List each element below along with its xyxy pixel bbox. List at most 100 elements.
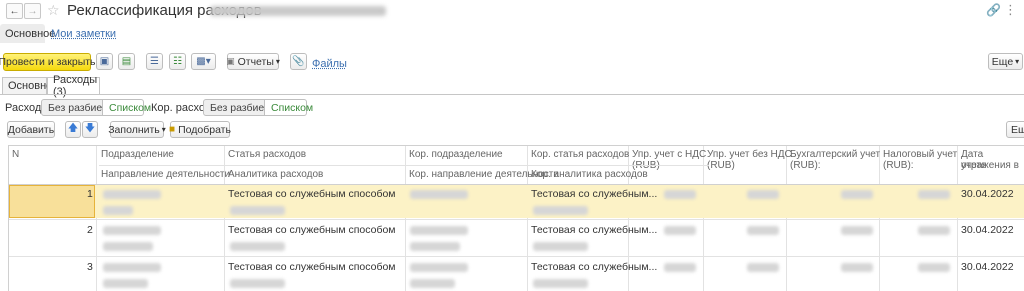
header-accounting[interactable]: Бухгалтерский учет: [790, 149, 880, 160]
dt-kt-button[interactable]: ☷: [169, 53, 186, 70]
create-based-icon: ▩▾: [196, 56, 211, 67]
link-icon[interactable]: 🔗: [986, 3, 1001, 17]
chevron-down-icon: ▾: [1015, 57, 1020, 66]
save-icon: ▣: [99, 56, 110, 67]
date-cell[interactable]: 30.04.2022: [961, 224, 1014, 236]
redacted-dept: [103, 190, 161, 199]
fill-button[interactable]: Заполнить ▾: [108, 121, 166, 138]
header-dept[interactable]: Подразделение: [101, 149, 174, 160]
redacted-analytics: [230, 242, 285, 251]
files-link[interactable]: Файлы: [312, 58, 347, 70]
header-mgmt-novat-currency: (RUB): [707, 160, 735, 171]
arrow-left-icon: ←: [9, 5, 20, 17]
tab-basic[interactable]: Основное: [2, 77, 58, 95]
redacted-amount: [664, 190, 696, 199]
redacted-analytics: [230, 279, 285, 288]
redacted-amount: [747, 263, 779, 272]
row-number: 2: [87, 224, 93, 236]
tab-main[interactable]: Основное: [0, 24, 55, 43]
header-mgmt-vat[interactable]: Упр. учет с НДС: [632, 149, 706, 160]
tab-my-notes[interactable]: Мои заметки: [51, 28, 116, 40]
chevron-down-icon: ▾: [275, 57, 280, 66]
header-tax[interactable]: Налоговый учет: [883, 149, 957, 160]
chevron-down-icon: ▾: [161, 125, 166, 134]
kor-expense-item-cell[interactable]: Тестовая со служебным...: [531, 261, 657, 273]
reports-label: Отчеты: [237, 55, 274, 68]
arrow-down-icon: 🡇: [84, 123, 96, 134]
kor-no-split-toggle[interactable]: Без разбиения: [203, 99, 282, 116]
header-kor-expense-item[interactable]: Кор. статья расходов: [531, 149, 629, 160]
add-row-button[interactable]: Добавить: [7, 121, 55, 138]
kor-expense-item-cell[interactable]: Тестовая со служебным...: [531, 224, 657, 236]
expenses-no-split-toggle[interactable]: Без разбиения: [41, 99, 120, 116]
header-date-2: учете: [961, 160, 987, 171]
redacted-direction: [103, 279, 148, 288]
attach-button[interactable]: 📎: [290, 53, 307, 70]
post-and-close-button[interactable]: Провести и закрыть: [0, 53, 96, 71]
redacted-kor-dept: [410, 190, 468, 199]
pick-button[interactable]: ■ Подобрать: [169, 121, 231, 138]
header-direction[interactable]: Направление деятельности: [101, 169, 230, 180]
expenses-table: N Подразделение Направление деятельности…: [8, 145, 1024, 291]
header-kor-dept[interactable]: Кор. подразделение: [409, 149, 503, 160]
date-cell[interactable]: 30.04.2022: [961, 261, 1014, 273]
selected-cell[interactable]: [9, 185, 95, 218]
dt-kt-icon: ☷: [173, 56, 182, 67]
move-down-button[interactable]: 🡇: [82, 121, 98, 138]
more-button[interactable]: Еще ▾: [988, 53, 1023, 70]
forward-button[interactable]: →: [24, 3, 41, 19]
date-cell[interactable]: 30.04.2022: [961, 188, 1014, 200]
redacted-analytics: [230, 206, 285, 215]
tabs-divider: [0, 94, 1024, 95]
redacted-amount: [664, 263, 696, 272]
expense-item-cell[interactable]: Тестовая со служебным способом: [228, 188, 396, 200]
kor-expense-item-cell[interactable]: Тестовая со служебным...: [531, 188, 657, 200]
redacted-amount: [918, 226, 950, 235]
row-number: 1: [87, 188, 93, 200]
redacted-kor-direction: [410, 242, 460, 251]
list-icon: ☰: [150, 56, 159, 67]
expense-item-cell[interactable]: Тестовая со служебным способом: [228, 224, 396, 236]
create-based-on-button[interactable]: ▩▾: [191, 53, 216, 70]
redacted-amount: [747, 226, 779, 235]
move-up-button[interactable]: 🡅: [65, 121, 81, 138]
redacted-direction: [103, 206, 133, 215]
expenses-list-toggle[interactable]: Списком: [102, 99, 151, 116]
reports-button[interactable]: ▣ Отчеты ▾: [226, 53, 280, 70]
expense-item-cell[interactable]: Тестовая со служебным способом: [228, 261, 396, 273]
header-expense-item[interactable]: Статья расходов: [228, 149, 306, 160]
paperclip-icon: 📎: [292, 56, 305, 67]
header-tax-currency: (RUB):: [883, 160, 914, 171]
save-button[interactable]: ▣: [96, 53, 113, 70]
header-accounting-currency: (RUB):: [790, 160, 821, 171]
redacted-dept: [103, 263, 161, 272]
redacted-kor-dept: [410, 226, 468, 235]
header-n[interactable]: N: [12, 149, 19, 160]
header-kor-analytics[interactable]: Кор. аналитика расходов: [531, 169, 648, 180]
pick-label: Подобрать: [178, 123, 231, 136]
redacted-kor-analytics: [533, 206, 588, 215]
redacted-kor-analytics: [533, 279, 588, 288]
more-vertical-icon[interactable]: ⋮: [1004, 2, 1017, 18]
post-document-icon: ▤: [121, 56, 132, 67]
table-more-button[interactable]: Ещ: [1006, 121, 1024, 138]
header-expense-analytics[interactable]: Аналитика расходов: [228, 169, 323, 180]
fill-label: Заполнить: [108, 123, 160, 136]
redacted-direction: [103, 242, 153, 251]
redacted-kor-analytics: [533, 242, 588, 251]
post-button[interactable]: ▤: [118, 53, 135, 70]
journal-button[interactable]: ☰: [146, 53, 163, 70]
redacted-amount: [841, 263, 873, 272]
favorite-star-icon[interactable]: ☆: [47, 2, 60, 19]
title-bar: ← → ☆ Реклассификация расходов 🔗 ⋮: [0, 0, 1024, 22]
redacted-kor-direction: [410, 279, 455, 288]
redacted-amount: [841, 190, 873, 199]
back-button[interactable]: ←: [6, 3, 23, 19]
redacted-kor-dept: [410, 263, 468, 272]
header-mgmt-novat[interactable]: Упр. учет без НДС: [707, 149, 792, 160]
tab-expenses[interactable]: Расходы (3): [47, 74, 100, 98]
redacted-amount: [664, 226, 696, 235]
reports-icon: ▣: [226, 56, 235, 66]
redacted-amount: [918, 263, 950, 272]
kor-list-toggle[interactable]: Списком: [264, 99, 313, 116]
